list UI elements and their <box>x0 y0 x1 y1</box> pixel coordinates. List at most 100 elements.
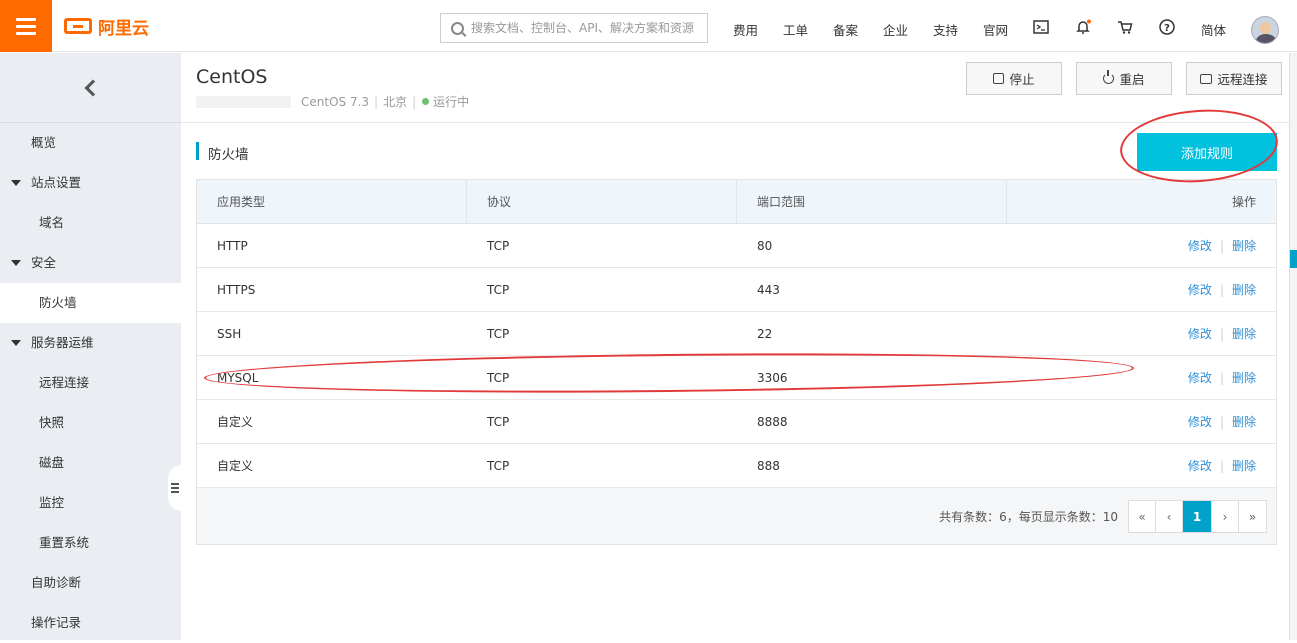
nav-enterprise[interactable]: 企业 <box>883 20 908 39</box>
cell-actions: 修改 | 删除 <box>1007 400 1276 444</box>
sidebar-collapse-handle[interactable] <box>168 465 182 511</box>
add-rule-button[interactable]: 添加规则 <box>1137 133 1277 171</box>
stop-icon <box>993 73 1005 84</box>
sidebar-item-self-diagnosis[interactable]: 自助诊断 <box>0 563 181 603</box>
sidebar-item-snapshot[interactable]: 快照 <box>0 403 181 443</box>
sidebar-item-label: 站点设置 <box>31 175 82 190</box>
side-tab[interactable] <box>1290 250 1297 268</box>
sidebar-item-remote-connect[interactable]: 远程连接 <box>0 363 181 403</box>
cell-protocol: TCP <box>487 415 510 429</box>
cell-app: 自定义 <box>217 415 254 429</box>
column-header: 协议 <box>467 180 737 224</box>
delete-link[interactable]: 删除 <box>1232 327 1256 341</box>
aliyun-logo[interactable]: 阿里云 <box>64 14 149 39</box>
delete-link[interactable]: 删除 <box>1232 459 1256 473</box>
nav-icp[interactable]: 备案 <box>833 20 858 39</box>
cart-icon[interactable] <box>1117 19 1133 35</box>
chevron-left-icon <box>84 79 101 96</box>
list-icon <box>171 487 179 489</box>
stop-button[interactable]: 停止 <box>966 62 1062 95</box>
separator: | <box>1219 459 1224 473</box>
remote-connect-button[interactable]: 远程连接 <box>1186 62 1282 95</box>
instance-os: CentOS 7.3 <box>301 94 370 109</box>
last-page-button[interactable]: » <box>1239 501 1266 532</box>
next-page-button[interactable]: › <box>1212 501 1239 532</box>
delete-link[interactable]: 删除 <box>1232 415 1256 429</box>
sidebar-item-label: 快照 <box>39 415 65 430</box>
edit-link[interactable]: 修改 <box>1188 459 1212 473</box>
edit-link[interactable]: 修改 <box>1188 415 1212 429</box>
edit-link[interactable]: 修改 <box>1188 327 1212 341</box>
cell-protocol: TCP <box>487 371 510 385</box>
cell-protocol: TCP <box>487 239 510 253</box>
sidebar-item-security[interactable]: 安全 <box>0 243 181 283</box>
nav-official-site[interactable]: 官网 <box>983 20 1008 39</box>
power-icon <box>1103 70 1115 84</box>
help-icon[interactable]: ? <box>1159 19 1175 35</box>
current-page-button[interactable]: 1 <box>1183 501 1212 532</box>
sidebar-item-reset-system[interactable]: 重置系统 <box>0 523 181 563</box>
cell-actions: 修改 | 删除 <box>1007 224 1276 268</box>
cell-actions: 修改 | 删除 <box>1007 268 1276 312</box>
prev-page-button[interactable]: ‹ <box>1156 501 1183 532</box>
svg-text:?: ? <box>1164 23 1170 34</box>
sidebar-item-label: 远程连接 <box>39 375 90 390</box>
sidebar-item-monitor[interactable]: 监控 <box>0 483 181 523</box>
sidebar-item-firewall[interactable]: 防火墙 <box>0 283 181 323</box>
language-switch[interactable]: 简体 <box>1201 20 1226 39</box>
delete-link[interactable]: 删除 <box>1232 371 1256 385</box>
back-button[interactable] <box>0 53 181 123</box>
search-box[interactable] <box>440 13 708 43</box>
bell-icon[interactable] <box>1075 19 1091 35</box>
sidebar-item-site-settings[interactable]: 站点设置 <box>0 163 181 203</box>
separator: | <box>1219 371 1224 385</box>
user-avatar[interactable] <box>1251 16 1279 44</box>
table-row: MYSQL TCP 3306 修改 | 删除 <box>197 356 1276 400</box>
terminal-icon[interactable] <box>1033 19 1049 35</box>
cell-app: MYSQL <box>217 371 259 385</box>
cell-protocol: TCP <box>487 283 510 297</box>
sidebar-item-label: 磁盘 <box>39 455 65 470</box>
instance-meta: CentOS 7.3 | 北京 | 运行中 <box>196 93 469 110</box>
menu-icon[interactable] <box>0 0 52 52</box>
restart-button[interactable]: 重启 <box>1076 62 1172 95</box>
nav-billing[interactable]: 费用 <box>733 20 758 39</box>
sidebar-item-disk[interactable]: 磁盘 <box>0 443 181 483</box>
cell-app: 自定义 <box>217 459 254 473</box>
cell-app: SSH <box>217 327 242 341</box>
table-row: 自定义 TCP 8888 修改 | 删除 <box>197 400 1276 444</box>
separator: | <box>1219 415 1224 429</box>
sidebar-item-label: 重置系统 <box>39 535 90 550</box>
cell-port: 80 <box>757 239 773 253</box>
sidebar-item-domain[interactable]: 域名 <box>0 203 181 243</box>
delete-link[interactable]: 删除 <box>1232 239 1256 253</box>
sidebar-item-operation-log[interactable]: 操作记录 <box>0 603 181 643</box>
cell-app: HTTP <box>217 239 248 253</box>
firewall-table: 应用类型 协议 端口范围 操作 HTTP TCP 80 修改 | 删除 HTTPS … <box>196 179 1277 545</box>
instance-id-redacted <box>196 95 291 108</box>
edit-link[interactable]: 修改 <box>1188 239 1212 253</box>
cell-port: 8888 <box>757 415 788 429</box>
first-page-button[interactable]: « <box>1129 501 1156 532</box>
table-header: 应用类型 协议 端口范围 操作 <box>197 180 1276 224</box>
sidebar-item-label: 监控 <box>39 495 65 510</box>
sidebar-item-label: 防火墙 <box>39 295 77 310</box>
sidebar-item-overview[interactable]: 概览 <box>0 123 181 163</box>
cell-port: 888 <box>757 459 780 473</box>
sidebar-item-server-ops[interactable]: 服务器运维 <box>0 323 181 363</box>
column-header: 端口范围 <box>737 180 1007 224</box>
search-icon <box>451 21 464 35</box>
separator: | <box>374 94 379 109</box>
edit-link[interactable]: 修改 <box>1188 371 1212 385</box>
cell-port: 443 <box>757 283 780 297</box>
remote-connect-label: 远程连接 <box>1217 72 1268 87</box>
stop-label: 停止 <box>1009 72 1035 87</box>
sidebar-item-label: 安全 <box>31 255 57 270</box>
search-input[interactable] <box>471 21 701 35</box>
nav-tickets[interactable]: 工单 <box>783 20 808 39</box>
delete-link[interactable]: 删除 <box>1232 283 1256 297</box>
table-row: HTTP TCP 80 修改 | 删除 <box>197 224 1276 268</box>
logo-icon <box>64 18 92 34</box>
nav-support[interactable]: 支持 <box>933 20 958 39</box>
edit-link[interactable]: 修改 <box>1188 283 1212 297</box>
